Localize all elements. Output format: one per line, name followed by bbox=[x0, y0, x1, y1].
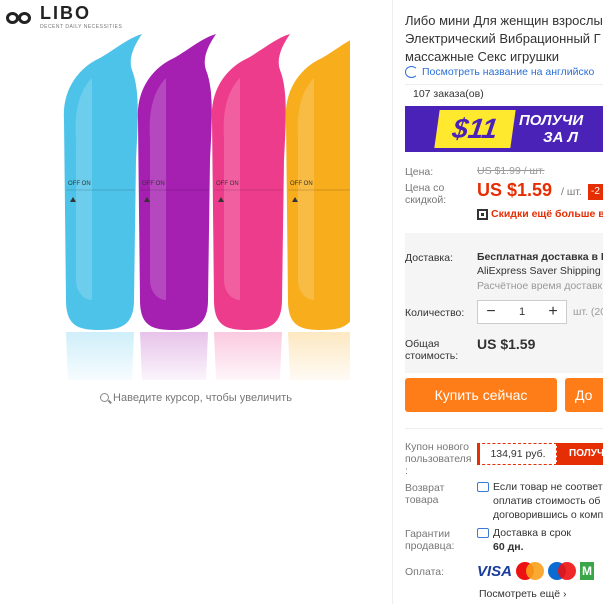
product-page: LIBO DECENT DAILY NECESSITIES OFF ON OFF … bbox=[0, 0, 603, 604]
quantity-input[interactable]: 1 bbox=[504, 306, 540, 318]
product-image[interactable]: OFF ON OFF ON OFF ON OFF ON bbox=[50, 30, 350, 390]
more-discounts-link[interactable]: Скидки ещё больше в п bbox=[477, 208, 603, 220]
guarantee-line-2: 60 дн. bbox=[493, 541, 524, 553]
old-price: US $1.99 / шт. bbox=[477, 165, 545, 177]
coupon-get-button[interactable]: ПОЛУЧ bbox=[557, 443, 603, 465]
total-label-line: Общая bbox=[405, 338, 440, 350]
coupon-label-line: Купон нового bbox=[405, 441, 469, 453]
brand-mark-icon bbox=[6, 10, 36, 26]
translate-link-text: Посмотреть название на английско bbox=[422, 66, 595, 78]
coupon-amount: 134,91 руб. bbox=[477, 443, 557, 465]
product-info: Либо мини Для женщин взрослы Электрическ… bbox=[405, 0, 603, 604]
add-to-cart-button[interactable]: До bbox=[565, 378, 603, 412]
payment-methods: VISA M bbox=[477, 562, 595, 580]
switch-label: OFF ON bbox=[290, 181, 313, 187]
returns-icon bbox=[477, 482, 489, 492]
quantity-stepper: − 1 + bbox=[477, 300, 567, 324]
price-unit: / шт. bbox=[561, 186, 582, 198]
translate-link[interactable]: Посмотреть название на английско bbox=[405, 66, 594, 78]
shipping-line-1[interactable]: Бесплатная доставка в R bbox=[477, 250, 603, 264]
total-label-line: стоимость: bbox=[405, 350, 459, 362]
shipping-line-2: AliExpress Saver Shipping bbox=[477, 265, 601, 277]
returns-line-2: оплатив стоимость об bbox=[493, 495, 601, 507]
total-price: US $1.59 bbox=[477, 336, 536, 352]
quantity-unit: шт. (20 bbox=[573, 306, 603, 318]
quantity-label: Количество: bbox=[405, 307, 465, 319]
returns-label-line: Возврат bbox=[405, 482, 445, 494]
discount-label-line: скидкой: bbox=[405, 194, 447, 206]
brand-name: LIBO bbox=[40, 3, 91, 23]
buy-now-button[interactable]: Купить сейчас bbox=[405, 378, 557, 412]
section-divider bbox=[405, 428, 603, 429]
brand-logo: LIBO DECENT DAILY NECESSITIES bbox=[6, 3, 122, 30]
payment-label: Оплата: bbox=[405, 566, 445, 578]
returns-label: Возврат товара bbox=[405, 482, 444, 506]
maestro-icon bbox=[548, 562, 577, 580]
switch-label: OFF ON bbox=[216, 181, 239, 187]
new-user-coupon[interactable]: 134,91 руб. ПОЛУЧ bbox=[477, 443, 603, 465]
promo-line-2: ЗА Л bbox=[543, 129, 578, 146]
coupon-label: Купон нового пользователя : bbox=[405, 441, 472, 477]
coupon-label-line: : bbox=[405, 465, 408, 477]
promo-amount: $11 bbox=[434, 110, 516, 148]
promo-line-1: ПОЛУЧИ bbox=[519, 112, 584, 129]
product-gallery[interactable]: LIBO DECENT DAILY NECESSITIES OFF ON OFF … bbox=[0, 0, 392, 604]
zoom-hint-text: Наведите курсор, чтобы увеличить bbox=[113, 392, 292, 404]
divider bbox=[392, 0, 393, 604]
title-line: Либо мини Для женщин взрослы bbox=[405, 13, 603, 28]
guarantee-label-line: продавца: bbox=[405, 540, 455, 552]
switch-label: OFF ON bbox=[142, 181, 165, 187]
price-label: Цена: bbox=[405, 166, 434, 178]
translate-icon bbox=[405, 66, 418, 78]
vibrator-item: OFF ON bbox=[285, 40, 350, 380]
vibrator-highlight bbox=[75, 78, 92, 300]
coupon-label-line: пользователя bbox=[405, 453, 472, 465]
shipping-label: Доставка: bbox=[405, 252, 454, 264]
quantity-decrease-button[interactable]: − bbox=[478, 301, 504, 323]
promo-text: ПОЛУЧИ ЗА Л bbox=[519, 112, 583, 146]
zoom-hint: Наведите курсор, чтобы увеличить bbox=[0, 392, 392, 404]
title-line: массажные Секс игрушки bbox=[405, 49, 559, 64]
delivery-truck-icon bbox=[477, 528, 489, 538]
guarantee-line-1: Доставка в срок bbox=[493, 527, 572, 539]
promo-banner[interactable]: $11 ПОЛУЧИ ЗА Л bbox=[405, 106, 603, 152]
discount-price-label: Цена со скидкой: bbox=[405, 182, 446, 206]
discount-label-line: Цена со bbox=[405, 182, 445, 194]
quantity-increase-button[interactable]: + bbox=[540, 301, 566, 323]
delivery-time: Расчётное время доставк bbox=[477, 280, 603, 292]
product-title: Либо мини Для женщин взрослы Электрическ… bbox=[405, 12, 603, 66]
guarantee-label-line: Гарантии bbox=[405, 528, 450, 540]
vibrator-item: OFF ON bbox=[211, 34, 290, 380]
switch-label: OFF ON bbox=[68, 181, 91, 187]
returns-line-3: договорившись о компе bbox=[493, 509, 603, 521]
see-more-link[interactable]: Посмотреть ещё › bbox=[479, 588, 567, 600]
vibrator-highlight bbox=[297, 78, 314, 300]
vibrator-highlight bbox=[223, 78, 240, 300]
mastercard-icon bbox=[516, 562, 545, 580]
magnifier-icon bbox=[100, 393, 110, 402]
total-label: Общая стоимость: bbox=[405, 338, 458, 362]
vibrator-highlight bbox=[149, 78, 166, 300]
vibrator-item: OFF ON bbox=[63, 34, 142, 380]
qr-code-icon bbox=[477, 208, 488, 220]
returns-line-1: Если товар не соответ bbox=[493, 481, 603, 493]
returns-label-line: товара bbox=[405, 494, 439, 506]
vibrator-item: OFF ON bbox=[137, 34, 216, 380]
current-price: US $1.59 bbox=[477, 180, 553, 200]
title-line: Электрический Вибрационный Г bbox=[405, 31, 601, 46]
discount-badge: -2 bbox=[588, 184, 603, 200]
payment-method-icon: M bbox=[580, 562, 595, 580]
guarantee-label: Гарантии продавца: bbox=[405, 528, 454, 552]
orders-count: 107 заказа(ов) bbox=[405, 84, 603, 100]
visa-icon: VISA bbox=[477, 562, 513, 580]
more-discounts-text: Скидки ещё больше в п bbox=[491, 208, 603, 220]
